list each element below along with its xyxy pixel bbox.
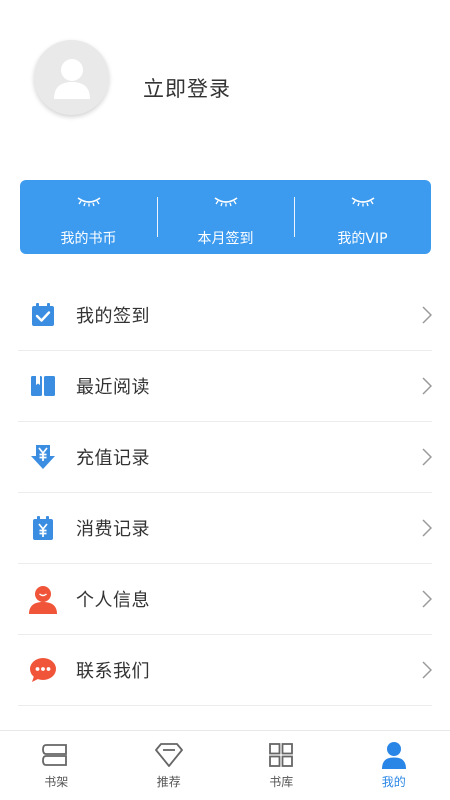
menu-item-contact-us[interactable]: 联系我们 — [18, 635, 432, 706]
closed-eye-icon — [214, 197, 237, 207]
tab-label: 书库 — [269, 775, 294, 789]
chevron-right-icon — [422, 519, 432, 537]
menu-item-personal-info[interactable]: 个人信息 — [18, 564, 432, 635]
closed-eye-icon — [351, 197, 374, 207]
tab-label: 我的 — [381, 775, 406, 789]
chevron-right-icon — [422, 590, 432, 608]
menu-item-checkin[interactable]: 我的签到 — [18, 280, 432, 351]
stat-checkin[interactable]: 本月签到 — [157, 180, 294, 254]
avatar[interactable] — [34, 40, 109, 115]
chevron-right-icon — [422, 661, 432, 679]
menu-item-label: 最近阅读 — [76, 377, 150, 398]
menu-item-label: 个人信息 — [76, 590, 150, 611]
chat-bubble-icon — [28, 655, 58, 685]
stat-label: 我的书币 — [60, 231, 117, 247]
recommend-icon — [154, 740, 183, 770]
menu-item-label: 联系我们 — [76, 661, 150, 682]
yen-download-icon — [28, 442, 58, 472]
stat-coins[interactable]: 我的书币 — [20, 180, 157, 254]
default-avatar-icon — [53, 58, 90, 99]
menu-item-label: 充值记录 — [76, 448, 150, 469]
menu-item-label: 消费记录 — [76, 519, 150, 540]
chevron-right-icon — [422, 377, 432, 395]
grid-icon — [268, 740, 294, 770]
book-icon — [28, 371, 58, 401]
tab-bookshelf[interactable]: 书架 — [0, 731, 113, 800]
menu-item-spending-history[interactable]: 消费记录 — [18, 493, 432, 564]
tab-label: 推荐 — [156, 775, 181, 789]
menu-list: 我的签到 最近阅读 充值记录 消费记录 个人信息 联系我们 — [18, 280, 432, 777]
menu-item-label: 我的签到 — [76, 306, 150, 327]
bookshelf-icon — [42, 740, 70, 770]
tab-mine[interactable]: 我的 — [338, 731, 450, 800]
tab-recommend[interactable]: 推荐 — [113, 731, 226, 800]
stat-label: 本月签到 — [197, 231, 254, 247]
bottom-tab-bar: 书架 推荐 书库 我的 — [0, 730, 450, 800]
stats-panel: 我的书币 本月签到 我的VIP — [20, 180, 431, 254]
calendar-check-icon — [28, 300, 58, 330]
stat-label: 我的VIP — [337, 231, 388, 247]
login-link[interactable]: 立即登录 — [143, 73, 231, 103]
tab-library[interactable]: 书库 — [225, 731, 338, 800]
yen-bag-icon — [28, 513, 58, 543]
chevron-right-icon — [422, 306, 432, 324]
closed-eye-icon — [77, 197, 100, 207]
profile-header: 立即登录 — [0, 0, 450, 170]
menu-item-recharge-history[interactable]: 充值记录 — [18, 422, 432, 493]
stat-vip[interactable]: 我的VIP — [294, 180, 431, 254]
user-icon — [28, 584, 58, 614]
menu-item-recent-reading[interactable]: 最近阅读 — [18, 351, 432, 422]
tab-label: 书架 — [44, 775, 69, 789]
person-icon — [381, 740, 407, 770]
chevron-right-icon — [422, 448, 432, 466]
